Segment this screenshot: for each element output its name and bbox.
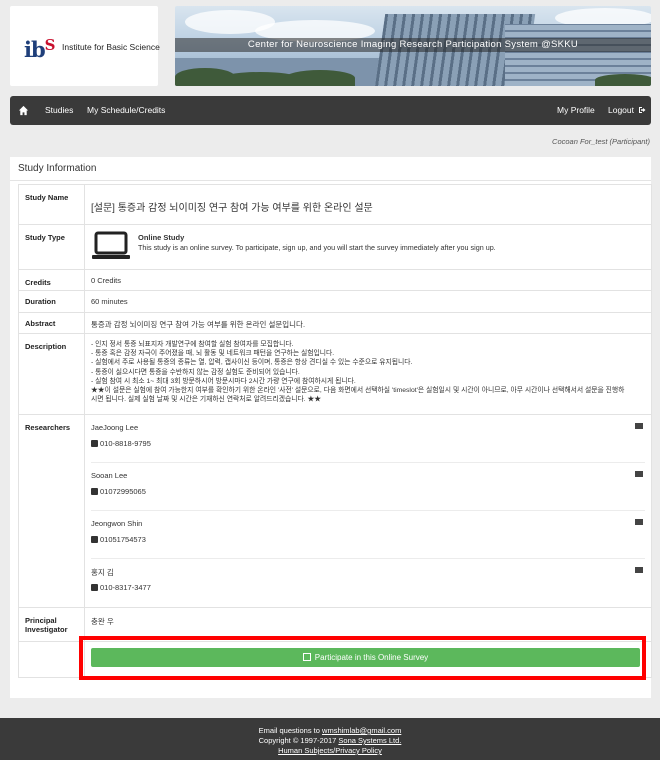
footer-privacy-link[interactable]: Human Subjects/Privacy Policy xyxy=(278,746,382,755)
envelope-icon[interactable] xyxy=(635,519,643,525)
study-info-panel: Study Information Study Name [설문] 통증과 감정… xyxy=(10,157,652,698)
researcher-name: 홍지 김 xyxy=(91,568,114,577)
nav-my-profile[interactable]: My Profile xyxy=(557,96,595,125)
envelope-icon[interactable] xyxy=(635,471,643,477)
label-abstract: Abstract xyxy=(18,312,85,334)
researcher-phone: 010-8317-3477 xyxy=(91,583,151,592)
empty-cell xyxy=(18,641,85,678)
top-navbar: Studies My Schedule/Credits My Profile L… xyxy=(10,96,651,125)
description-line: - 실험에서 주로 사용될 통증의 종류는 열, 압력, 캡사이신 등이며, 통… xyxy=(91,359,413,367)
logout-label: Logout xyxy=(608,105,634,115)
description-line: - 통증 혹은 감정 자극이 주어졌을 때, 뇌 활동 및 네트워크 패턴을 연… xyxy=(91,350,335,358)
researcher-item: JaeJoong Lee 010-8818-9795 xyxy=(91,415,645,463)
researcher-phone: 01051754573 xyxy=(91,535,146,544)
envelope-icon[interactable] xyxy=(635,567,643,573)
laptop-icon xyxy=(92,231,130,259)
abstract-value: 통증과 감정 뇌이미징 연구 참여 가능 여부를 위한 온라인 설문입니다. xyxy=(84,312,652,334)
label-description: Description xyxy=(18,333,85,415)
label-duration: Duration xyxy=(18,290,85,313)
label-study-type: Study Type xyxy=(18,224,85,270)
label-credits: Credits xyxy=(18,269,85,291)
description-line: - 통증이 싫으시다면 통증을 수반하지 않는 감정 실험도 준비되어 있습니다… xyxy=(91,368,300,376)
researcher-name: JaeJoong Lee xyxy=(91,423,139,432)
description-line: ★★이 설문은 실험에 참여 가능한지 여부를 확인하기 위한 온라인 '사전'… xyxy=(91,387,625,395)
nav-my-schedule-credits[interactable]: My Schedule/Credits xyxy=(87,96,165,125)
researcher-item: 홍지 김 010-8317-3477 xyxy=(91,559,645,607)
ibs-logo-mark: ibS xyxy=(24,36,56,62)
duration-value: 60 minutes xyxy=(84,290,652,313)
banner-title: Center for Neuroscience Imaging Research… xyxy=(175,38,651,52)
researcher-phone: 01072995065 xyxy=(91,487,146,496)
description-line: 시면 됩니다. 실제 실험 날짜 및 시간은 기재하신 연락처로 알려드리겠습니… xyxy=(91,396,322,404)
researcher-item: Sooan Lee 01072995065 xyxy=(91,463,645,511)
researcher-phone: 010-8818-9795 xyxy=(91,439,151,448)
nav-studies[interactable]: Studies xyxy=(45,96,73,125)
logo-text: Institute for Basic Science xyxy=(62,42,160,52)
study-type-description: This study is an online survey. To parti… xyxy=(138,243,496,252)
footer-email-line: Email questions to wmshimlab@gmail.com xyxy=(258,726,402,735)
envelope-icon[interactable] xyxy=(635,423,643,429)
description-text: - 인지 정서 통증 뇌표지자 개발연구에 참여할 실험 참여자를 모집합니다.… xyxy=(91,334,645,404)
label-study-name: Study Name xyxy=(18,184,85,225)
panel-heading: Study Information xyxy=(10,157,651,181)
footer: Email questions to wmshimlab@gmail.com C… xyxy=(0,718,660,760)
logout-icon xyxy=(639,107,646,113)
study-type-title: Online Study xyxy=(138,233,185,242)
label-researchers: Researchers xyxy=(18,414,85,608)
phone-icon xyxy=(91,536,98,543)
header-banner: Center for Neuroscience Imaging Research… xyxy=(175,6,651,86)
credits-value: 0 Credits xyxy=(84,269,652,291)
phone-icon xyxy=(91,440,98,447)
researcher-name: Sooan Lee xyxy=(91,471,128,480)
footer-company-link[interactable]: Sona Systems Ltd. xyxy=(338,736,401,745)
description-line: - 인지 정서 통증 뇌표지자 개발연구에 참여할 실험 참여자를 모집합니다. xyxy=(91,341,294,348)
researcher-item: Jeongwon Shin 01051754573 xyxy=(91,511,645,559)
footer-copyright: Copyright © 1997-2017 Sona Systems Ltd. xyxy=(258,736,402,745)
ibs-logo[interactable]: ibS Institute for Basic Science xyxy=(10,6,160,86)
highlight-box xyxy=(79,636,646,680)
footer-email-link[interactable]: wmshimlab@gmail.com xyxy=(322,726,401,735)
description-line: - 실험 참여 시 최소 1~ 최대 3회 방문하시어 방문시마다 2시간 가량… xyxy=(91,377,356,385)
phone-icon xyxy=(91,488,98,495)
researcher-name: Jeongwon Shin xyxy=(91,519,143,528)
study-info-table: Study Name [설문] 통증과 감정 뇌이미징 연구 참여 가능 여부를… xyxy=(18,184,652,678)
phone-icon xyxy=(91,584,98,591)
nav-logout[interactable]: Logout xyxy=(608,96,646,125)
home-icon[interactable] xyxy=(18,105,29,116)
current-user: Cocoan For_test (Participant) xyxy=(552,137,650,146)
label-principal-investigator: Principal Investigator xyxy=(18,607,85,642)
study-name: [설문] 통증과 감정 뇌이미징 연구 참여 가능 여부를 위한 온라인 설문 xyxy=(91,203,373,214)
